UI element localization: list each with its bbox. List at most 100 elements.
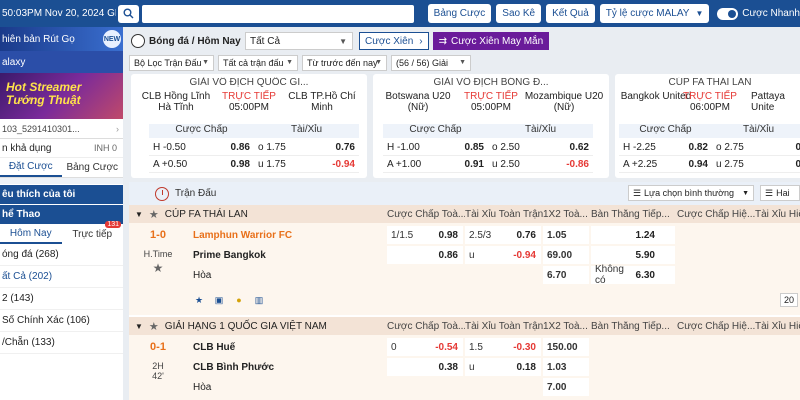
- view-select[interactable]: ☰ Hai: [760, 185, 800, 201]
- league-count-select[interactable]: (56 / 56) Giải ▼: [391, 54, 471, 71]
- coin-icon[interactable]: ●: [231, 293, 247, 307]
- results-button[interactable]: Kết Quả: [546, 4, 595, 23]
- tab-today[interactable]: Hôm Nay: [0, 224, 62, 244]
- odds-cell[interactable]: H -1.00 0.85: [383, 140, 488, 155]
- chevron-down-icon[interactable]: ▼: [135, 322, 143, 331]
- odds-cell[interactable]: u -0.94: [465, 246, 541, 264]
- odds-cell[interactable]: 1.05: [543, 226, 589, 244]
- lite-version-banner[interactable]: hiên bản Rút Gọ NEW: [0, 27, 123, 51]
- card-odds-row: H -2.25 0.82 o 2.75 0: [619, 140, 800, 156]
- star-icon[interactable]: ★: [129, 261, 187, 275]
- odds-cell[interactable]: o 2.50 0.62: [488, 140, 593, 155]
- sidebar-item-all[interactable]: ất Cả (202): [0, 266, 123, 288]
- odds-value: 0.76: [335, 142, 355, 153]
- odds-cell[interactable]: 5.90: [591, 246, 675, 264]
- star-icon[interactable]: ★: [149, 320, 159, 333]
- odds-cell[interactable]: H -2.25 0.82: [619, 140, 712, 155]
- odds-cell[interactable]: Không có 6.30: [591, 264, 675, 286]
- lucky-parlay-button[interactable]: ⇉ Cược Xiên May Mắn: [432, 32, 550, 50]
- star-icon[interactable]: ★: [191, 293, 207, 307]
- live-label: TRỰC TIẾP: [464, 91, 518, 102]
- odds-cell[interactable]: o 2.75 0: [712, 140, 800, 155]
- live-stream-icon[interactable]: ▣: [211, 293, 227, 307]
- odds-type-select[interactable]: Tỷ lệ cược MALAY ▼: [599, 4, 710, 23]
- featured-card[interactable]: CÚP FA THÁI LAN Bangkok United TRỰC TIẾP…: [615, 74, 800, 178]
- more-markets-button[interactable]: 20: [780, 293, 798, 307]
- match-list: Trận Đấu ☰ Lựa chọn bình thường ▼ ☰ Hai ▼ ★…: [129, 182, 800, 400]
- card-teams: Bangkok United TRỰC TIẾP 06:00PM Pattaya …: [615, 89, 800, 121]
- clock: 50:03PM Nov 20, 2024 GMT +7: [2, 8, 116, 19]
- odds-value: -0.94: [332, 159, 355, 170]
- odds-cell[interactable]: A +0.50 0.98: [149, 157, 254, 172]
- match-filter-select[interactable]: Bộ Lọc Trận Đấu ▼: [129, 54, 214, 71]
- sidebar-item-odd-even[interactable]: /Chẵn (133): [0, 332, 123, 354]
- match-score: 1-0: [150, 229, 166, 241]
- odds-cell[interactable]: 1.03: [543, 358, 589, 376]
- card-time: 05:00PM: [228, 102, 270, 113]
- view-icon: ☰: [765, 187, 774, 198]
- odds-cell[interactable]: 150.00: [543, 338, 589, 356]
- card-odds-row: A +0.50 0.98 u 1.75 -0.94: [149, 157, 359, 173]
- market-select-label: Tất Cả: [250, 35, 281, 47]
- top-bar: 50:03PM Nov 20, 2024 GMT +7 Bảng Cược Sa…: [0, 0, 800, 27]
- search-input[interactable]: [141, 4, 414, 23]
- chevron-right-icon[interactable]: ›: [116, 124, 119, 134]
- tab-place-bet[interactable]: Đặt Cược: [0, 158, 62, 177]
- featured-card[interactable]: GIẢI VÔ ĐỊCH QUỐC GI... CLB Hồng Lĩnh Hà…: [131, 74, 367, 178]
- quick-bet-toggle[interactable]: [717, 7, 739, 20]
- statement-button[interactable]: Sao Kê: [496, 4, 542, 23]
- card-odds-row: A +2.25 0.94 u 2.75 0: [619, 157, 800, 173]
- chevron-down-icon[interactable]: ▼: [135, 210, 143, 219]
- chevron-down-icon: ▼: [202, 59, 209, 66]
- odds-cell[interactable]: 2.5/3 0.76: [465, 226, 541, 244]
- odds-cell[interactable]: u 2.50 -0.86: [488, 157, 593, 172]
- sidebar-item-football[interactable]: óng đá (268): [0, 244, 123, 266]
- search-button[interactable]: [118, 4, 139, 23]
- odds-cell[interactable]: 0.86: [387, 246, 463, 264]
- odds-cell[interactable]: A +1.00 0.91: [383, 157, 488, 172]
- column-header: Tài Xỉu Hiệp 1: [755, 320, 800, 332]
- odds-cell[interactable]: A +2.25 0.94: [619, 157, 712, 172]
- tab-bet-list[interactable]: Bảng Cược: [62, 158, 124, 177]
- featured-card[interactable]: GIẢI VÔ ĐỊCH BÓNG Đ... Botswana U20 (Nữ)…: [373, 74, 609, 178]
- sort-label: Lựa chọn bình thường: [644, 188, 735, 198]
- odds-cell[interactable]: u 0.18: [465, 358, 541, 376]
- odds-cell[interactable]: 0.38: [387, 358, 463, 376]
- odds-cell[interactable]: H -0.50 0.86: [149, 140, 254, 155]
- stats-icon[interactable]: ▥: [251, 293, 267, 307]
- bet-list-button[interactable]: Bảng Cược: [427, 4, 492, 23]
- favorites-header[interactable]: êu thích của tôi: [0, 184, 123, 204]
- odds-cell[interactable]: 69.00: [543, 246, 589, 264]
- odds-value: 1.05: [547, 229, 567, 241]
- hot-streamer-banner[interactable]: Hot Streamer Tướng Thuật: [0, 73, 123, 119]
- league-header[interactable]: ▼ ★ CÚP FA THÁI LAN Cược Chấp Toà... Tài…: [129, 205, 800, 223]
- balance-label: n khả dụng: [2, 142, 52, 154]
- odds-value: 0.82: [688, 142, 708, 153]
- odds-cell[interactable]: 1.24: [591, 226, 675, 244]
- odds-cell[interactable]: 1.5 -0.30: [465, 338, 541, 356]
- market-select[interactable]: Tất Cả ▼: [245, 32, 353, 50]
- all-matches-select[interactable]: Tất cả trận đấu ▼: [218, 54, 298, 71]
- sort-select[interactable]: ☰ Lựa chọn bình thường ▼: [627, 185, 754, 201]
- odds-cell[interactable]: 0 -0.54: [387, 338, 463, 356]
- odds-cell[interactable]: 7.00: [543, 378, 589, 396]
- odds-cell[interactable]: 6.70: [543, 266, 589, 284]
- parlay-button[interactable]: Cược Xiên ›: [359, 32, 429, 50]
- sports-header[interactable]: hể Thao: [0, 204, 123, 224]
- column-header: Bàn Thắng Tiếp...: [591, 320, 670, 332]
- odds-cell[interactable]: u 2.75 0: [712, 157, 800, 172]
- league-header[interactable]: ▼ ★ GIẢI HẠNG 1 QUỐC GIA VIỆT NAM Cược C…: [129, 317, 800, 335]
- card-time: 06:00PM: [689, 102, 731, 113]
- odds-cell[interactable]: u 1.75 -0.94: [254, 157, 359, 172]
- sidebar-item-1x2[interactable]: 2 (143): [0, 288, 123, 310]
- odds-line: H -0.50: [153, 142, 186, 153]
- odds-cell[interactable]: o 1.75 0.76: [254, 140, 359, 155]
- odds-cell[interactable]: 1/1.5 0.98: [387, 226, 463, 244]
- account-id-text: 103_5291410301...: [2, 123, 80, 134]
- card-league: CÚP FA THÁI LAN: [668, 77, 752, 88]
- date-select[interactable]: Từ trước đến nay ▼: [302, 54, 387, 71]
- star-icon[interactable]: ★: [149, 208, 159, 221]
- all-matches-label: Tất cả trận đấu: [223, 57, 284, 68]
- sidebar-item-correct-score[interactable]: Số Chính Xác (106): [0, 310, 123, 332]
- galaxy-banner[interactable]: alaxy: [0, 51, 123, 73]
